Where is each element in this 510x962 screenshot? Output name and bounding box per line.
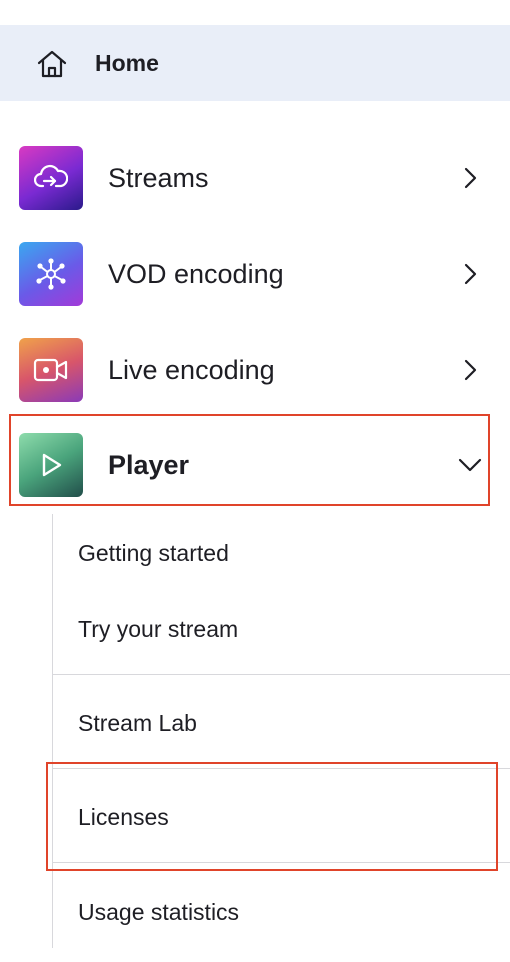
- home-label: Home: [95, 50, 159, 76]
- player-tile: [19, 433, 83, 497]
- network-hub-icon: [36, 258, 66, 290]
- submenu-divider: [53, 674, 510, 675]
- submenu-divider: [53, 768, 510, 769]
- submenu-item-getting-started[interactable]: Getting started: [78, 538, 229, 568]
- nav-item-player[interactable]: Player: [0, 433, 510, 529]
- nav-item-label: Live encoding: [108, 355, 275, 385]
- nav-item-label: VOD encoding: [108, 259, 284, 289]
- home-nav-item[interactable]: Home: [0, 25, 510, 101]
- submenu-item-licenses[interactable]: Licenses: [78, 802, 169, 832]
- nav-item-label: Streams: [108, 163, 209, 193]
- house-icon: [37, 50, 67, 78]
- nav-item-label: Player: [108, 450, 190, 480]
- play-icon: [42, 453, 62, 477]
- submenu-divider: [53, 862, 510, 863]
- submenu-rail: [52, 514, 53, 948]
- submenu-item-try-your-stream[interactable]: Try your stream: [78, 614, 238, 644]
- chevron-right-icon[interactable]: [458, 262, 482, 286]
- chevron-right-icon[interactable]: [458, 358, 482, 382]
- nav-item-vod-encoding[interactable]: VOD encoding: [0, 242, 510, 338]
- chevron-down-icon[interactable]: [458, 453, 482, 477]
- submenu-item-stream-lab[interactable]: Stream Lab: [78, 708, 197, 738]
- submenu-item-usage-statistics[interactable]: Usage statistics: [78, 897, 239, 927]
- nav-item-streams[interactable]: Streams: [0, 146, 510, 242]
- video-camera-icon: [33, 358, 68, 382]
- vod-encoding-tile: [19, 242, 83, 306]
- live-encoding-tile: [19, 338, 83, 402]
- streams-tile: [19, 146, 83, 210]
- cloud-upload-icon: [34, 164, 68, 188]
- nav-item-live-encoding[interactable]: Live encoding: [0, 338, 510, 434]
- chevron-right-icon[interactable]: [458, 166, 482, 190]
